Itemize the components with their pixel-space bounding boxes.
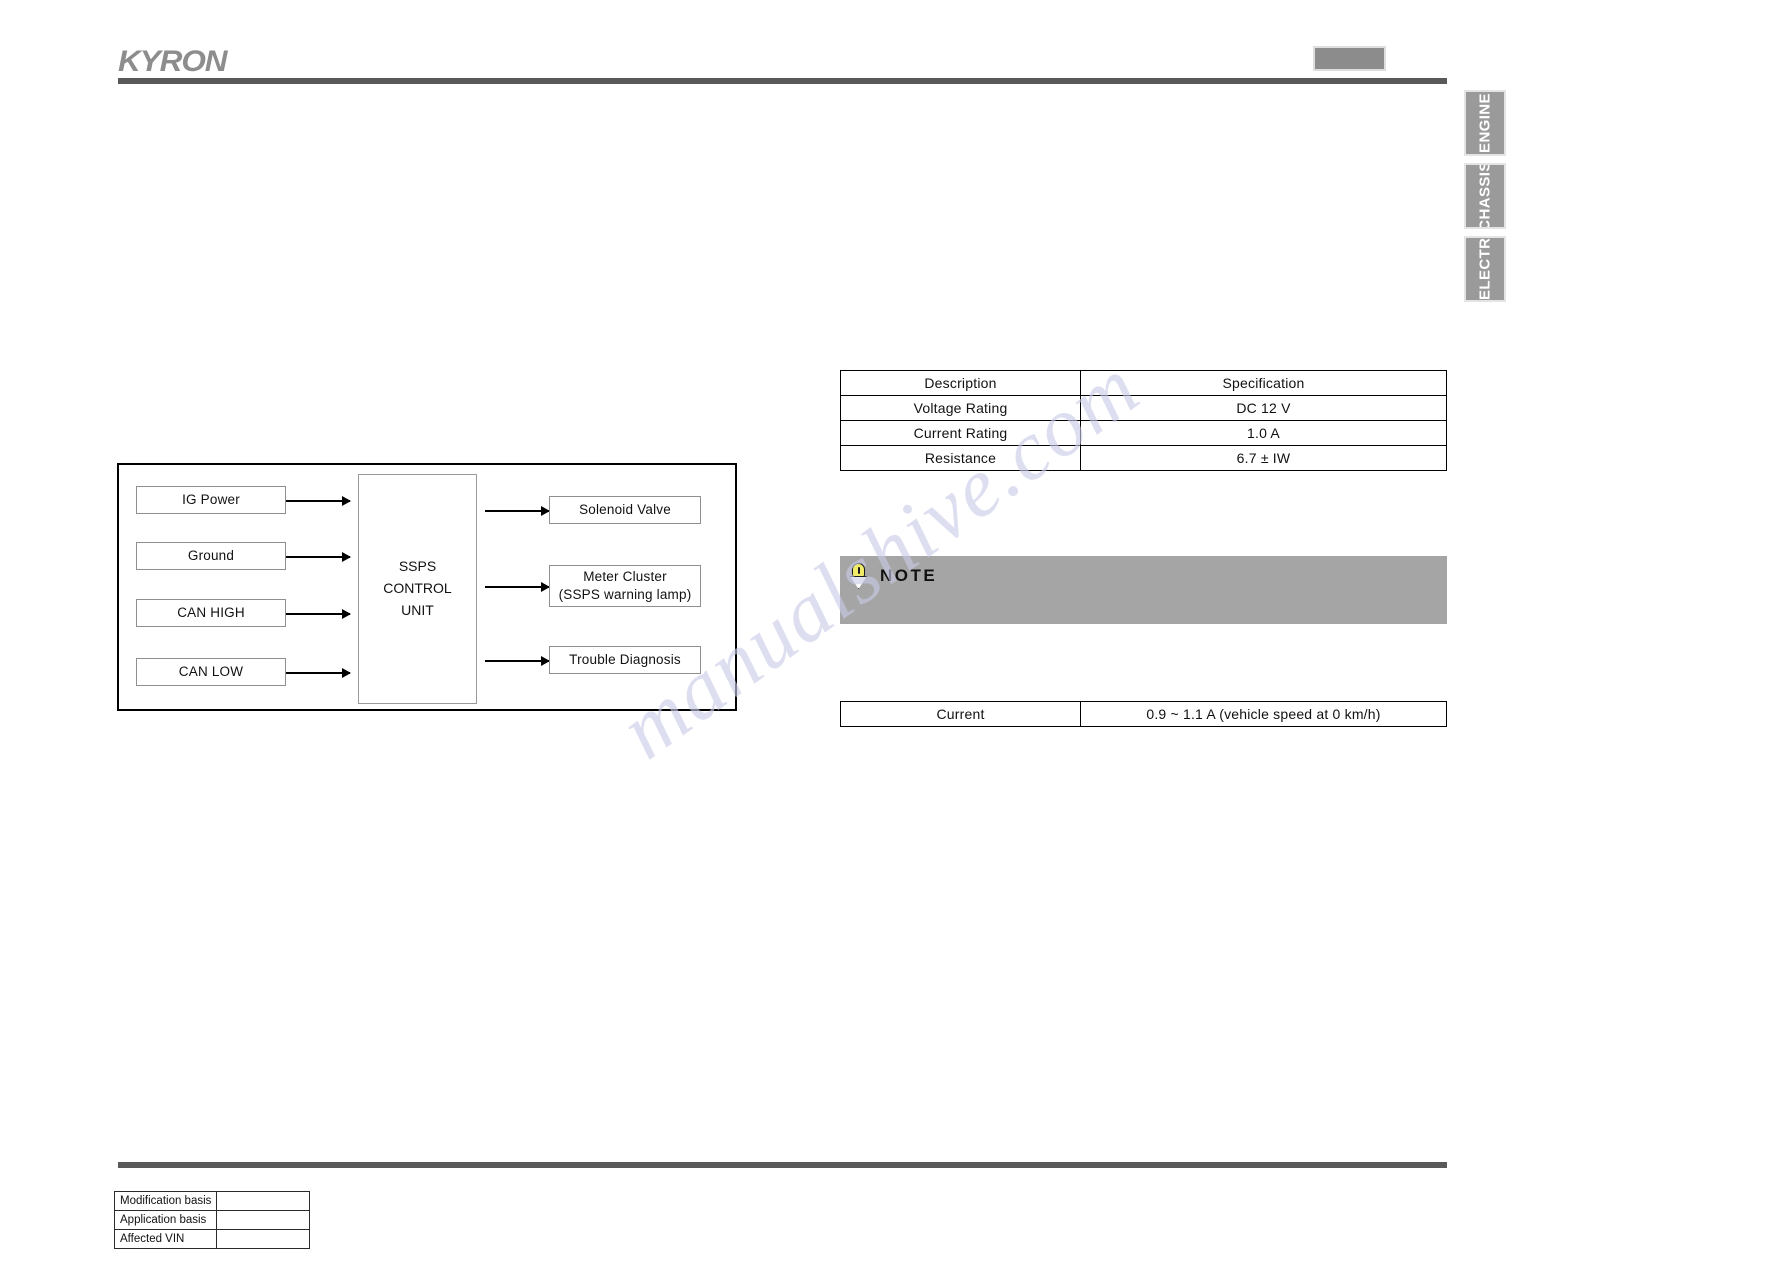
table-row: Resistance 6.7 ± IW bbox=[840, 445, 1447, 471]
cell-specification: 6.7 ± IW bbox=[1080, 445, 1447, 471]
diagram-box-label: CAN LOW bbox=[178, 663, 244, 679]
cell-description: Resistance bbox=[840, 445, 1081, 471]
arrow-control-to-solenoid-valve bbox=[485, 510, 549, 512]
revision-table: Modification basis Application basis Aff… bbox=[113, 1191, 311, 1249]
footer-divider bbox=[118, 1162, 1447, 1168]
sidebar-item-label: CHASSIS bbox=[1476, 163, 1494, 229]
cell-specification: DC 12 V bbox=[1080, 395, 1447, 421]
cell-application-basis-value bbox=[216, 1210, 311, 1230]
cell-affected-vin-label: Affected VIN bbox=[113, 1229, 218, 1249]
cell-description: Current Rating bbox=[840, 420, 1081, 446]
arrow-ground-to-control bbox=[286, 556, 350, 558]
cell-specification: 1.0 A bbox=[1080, 420, 1447, 446]
diagram-input-ground: Ground bbox=[136, 542, 286, 570]
table-row: Application basis bbox=[113, 1210, 311, 1230]
cell-current-value: 0.9 ~ 1.1 A (vehicle speed at 0 km/h) bbox=[1080, 701, 1447, 727]
specification-table: Description Specification Voltage Rating… bbox=[840, 370, 1447, 471]
column-header-specification: Specification bbox=[1080, 370, 1447, 396]
arrow-can-low-to-control bbox=[286, 672, 350, 674]
lightbulb-icon bbox=[848, 563, 870, 589]
header-chip bbox=[1313, 46, 1386, 71]
sidebar-item-label: ELECTRIC bbox=[1476, 236, 1494, 300]
table-header-row: Description Specification bbox=[840, 370, 1447, 396]
arrow-ig-power-to-control bbox=[286, 500, 350, 502]
diagram-input-can-high: CAN HIGH bbox=[136, 599, 286, 627]
control-unit-line-3: UNIT bbox=[401, 601, 434, 618]
header-divider bbox=[118, 78, 1447, 84]
diagram-output-solenoid-valve: Solenoid Valve bbox=[549, 496, 701, 524]
sidebar-item-electric[interactable]: ELECTRIC bbox=[1464, 236, 1506, 302]
arrow-can-high-to-control bbox=[286, 613, 350, 615]
cell-application-basis-label: Application basis bbox=[113, 1210, 218, 1230]
diagram-input-ig-power: IG Power bbox=[136, 486, 286, 514]
diagram-box-label: CAN HIGH bbox=[177, 604, 245, 620]
current-measurement-table: Current 0.9 ~ 1.1 A (vehicle speed at 0 … bbox=[840, 701, 1447, 727]
diagram-box-sublabel: (SSPS warning lamp) bbox=[558, 587, 692, 602]
cell-modification-basis-label: Modification basis bbox=[113, 1191, 218, 1211]
diagram-box-label: Trouble Diagnosis bbox=[569, 651, 681, 667]
table-row: Affected VIN bbox=[113, 1229, 311, 1249]
note-header: NOTE bbox=[840, 556, 1447, 589]
control-unit-line-1: SSPS bbox=[398, 558, 437, 575]
table-row: Current Rating 1.0 A bbox=[840, 420, 1447, 446]
note-label: NOTE bbox=[880, 566, 938, 585]
sidebar-item-engine[interactable]: ENGINE bbox=[1464, 90, 1506, 156]
table-row: Current 0.9 ~ 1.1 A (vehicle speed at 0 … bbox=[840, 701, 1447, 727]
diagram-box-label: Solenoid Valve bbox=[579, 501, 671, 517]
diagram-output-trouble-diagnosis: Trouble Diagnosis bbox=[549, 646, 701, 674]
diagram-ssps-control-unit: SSPS CONTROL UNIT bbox=[358, 474, 477, 704]
cell-affected-vin-value bbox=[216, 1229, 311, 1249]
cell-modification-basis-value bbox=[216, 1191, 311, 1211]
table-row: Voltage Rating DC 12 V bbox=[840, 395, 1447, 421]
diagram-input-can-low: CAN LOW bbox=[136, 658, 286, 686]
column-header-description: Description bbox=[840, 370, 1081, 396]
cell-current-label: Current bbox=[840, 701, 1081, 727]
diagram-box-label: Meter Cluster bbox=[583, 568, 667, 584]
sidebar-item-chassis[interactable]: CHASSIS bbox=[1464, 163, 1506, 229]
cell-description: Voltage Rating bbox=[840, 395, 1081, 421]
sidebar-item-label: ENGINE bbox=[1476, 93, 1494, 153]
brand-logo: KYRON bbox=[118, 45, 228, 78]
arrow-control-to-meter-cluster bbox=[485, 586, 549, 588]
control-unit-line-2: CONTROL bbox=[383, 580, 452, 597]
ssps-block-diagram: IG Power Ground CAN HIGH CAN LOW SSPS CO… bbox=[117, 463, 737, 711]
table-row: Modification basis bbox=[113, 1191, 311, 1211]
arrow-control-to-trouble-diagnosis bbox=[485, 660, 549, 662]
diagram-output-meter-cluster: Meter Cluster (SSPS warning lamp) bbox=[549, 565, 701, 607]
note-callout: NOTE bbox=[840, 556, 1447, 624]
diagram-box-label: Ground bbox=[187, 547, 235, 563]
section-tabs: ENGINE CHASSIS ELECTRIC bbox=[1464, 90, 1506, 309]
diagram-box-label: IG Power bbox=[182, 491, 240, 507]
